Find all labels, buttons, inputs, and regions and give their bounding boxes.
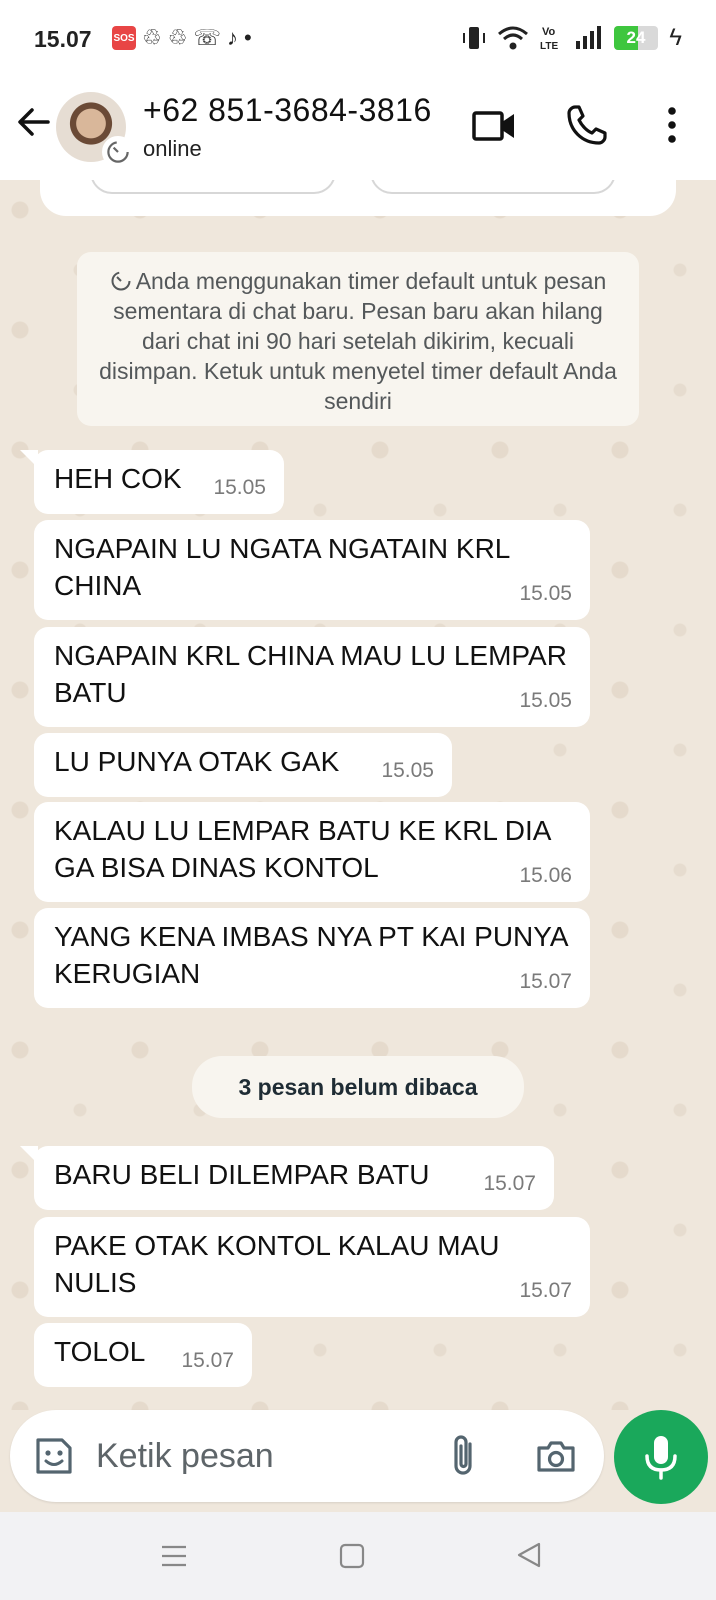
message-bubble[interactable]: BARU BELI DILEMPAR BATU 15.07	[20, 1146, 554, 1210]
svg-text:Vo: Vo	[542, 26, 556, 38]
message-composer	[10, 1410, 604, 1502]
volte-icon: Vo LTE	[540, 26, 558, 52]
message-time: 15.05	[519, 582, 572, 605]
message-text: YANG KENA IMBAS NYA PT KAI PUNYA KERUGIA…	[54, 921, 567, 989]
camera-icon[interactable]	[534, 1434, 578, 1478]
svg-text:LTE: LTE	[540, 41, 558, 52]
sos-icon: SOS	[112, 26, 136, 50]
message-time: 15.05	[381, 759, 434, 782]
timer-icon	[111, 271, 131, 291]
message-bubble[interactable]: NGAPAIN KRL CHINA MAU LU LEMPAR BATU 15.…	[34, 627, 590, 727]
message-time: 15.07	[181, 1349, 234, 1372]
message-bubble[interactable]: YANG KENA IMBAS NYA PT KAI PUNYA KERUGIA…	[34, 908, 590, 1008]
voice-message-button[interactable]	[614, 1410, 708, 1504]
message-input[interactable]	[96, 1410, 416, 1502]
message-bubble[interactable]: KALAU LU LEMPAR BATU KE KRL DIA GA BISA …	[34, 802, 590, 902]
chat-area[interactable]: Anda menggunakan timer default untuk pes…	[0, 180, 716, 1410]
vibrate-icon	[463, 27, 485, 49]
unread-messages-banner: 3 pesan belum dibaca	[192, 1056, 524, 1118]
tiktok-icon: ♪	[226, 25, 238, 50]
message-text: NGAPAIN LU NGATA NGATAIN KRL CHINA	[54, 533, 510, 601]
message-text: PAKE OTAK KONTOL KALAU MAU NULIS	[54, 1230, 500, 1298]
message-time: 15.07	[519, 1279, 572, 1302]
recycle-icon: ♲	[142, 25, 162, 50]
signal-icon	[576, 26, 601, 49]
attachment-icon[interactable]	[444, 1432, 484, 1480]
microphone-icon	[645, 1436, 677, 1480]
notice-text: Anda menggunakan timer default untuk pes…	[99, 268, 617, 414]
contact-info-card	[40, 180, 676, 216]
message-text: LU PUNYA OTAK GAK	[54, 746, 340, 777]
battery-icon: 24	[614, 26, 658, 50]
message-bubble[interactable]: PAKE OTAK KONTOL KALAU MAU NULIS 15.07	[34, 1217, 590, 1317]
message-bubble[interactable]: NGAPAIN LU NGATA NGATAIN KRL CHINA 15.05	[34, 520, 590, 620]
nav-back-icon[interactable]	[514, 1540, 544, 1570]
notification-icons: SOS ♲ ♲ ☏ ♪ •	[112, 26, 252, 50]
sticker-emoji-icon[interactable]	[32, 1434, 76, 1478]
status-time: 15.07	[34, 26, 92, 52]
card-button[interactable]	[370, 180, 616, 194]
recent-apps-icon[interactable]	[160, 1542, 188, 1570]
message-text: NGAPAIN KRL CHINA MAU LU LEMPAR BATU	[54, 640, 567, 708]
home-icon[interactable]	[338, 1542, 366, 1570]
message-time: 15.07	[483, 1172, 536, 1195]
wifi-icon	[498, 26, 528, 50]
disappearing-messages-notice[interactable]: Anda menggunakan timer default untuk pes…	[77, 252, 639, 426]
chat-header: +62 851-3684-3816 online	[0, 80, 716, 180]
back-arrow-icon[interactable]	[14, 102, 54, 142]
message-text: BARU BELI DILEMPAR BATU	[54, 1159, 430, 1190]
message-time: 15.05	[213, 476, 266, 499]
contact-status: online	[143, 136, 202, 161]
recycle-icon: ♲	[167, 25, 188, 50]
card-button[interactable]	[90, 180, 336, 194]
more-notifications-icon: •	[243, 25, 252, 50]
video-call-icon[interactable]	[472, 106, 516, 146]
status-bar: 15.07 SOS ♲ ♲ ☏ ♪ • Vo LTE 24 ϟ	[0, 0, 716, 80]
message-bubble[interactable]: LU PUNYA OTAK GAK 15.05	[34, 733, 452, 797]
disappearing-timer-icon	[102, 136, 134, 168]
message-text: KALAU LU LEMPAR BATU KE KRL DIA GA BISA …	[54, 815, 550, 883]
system-icons: Vo LTE 24	[462, 24, 658, 52]
system-nav-bar	[0, 1512, 716, 1600]
missed-call-icon: ☏	[193, 25, 221, 50]
more-options-icon[interactable]	[660, 104, 684, 146]
message-bubble[interactable]: TOLOL 15.07	[34, 1323, 252, 1387]
contact-name[interactable]: +62 851-3684-3816	[143, 92, 432, 129]
message-time: 15.07	[519, 970, 572, 993]
voice-call-icon[interactable]	[566, 104, 608, 146]
charging-icon: ϟ	[669, 24, 682, 51]
message-time: 15.06	[519, 864, 572, 887]
message-time: 15.05	[519, 689, 572, 712]
message-bubble[interactable]: HEH COK 15.05	[20, 450, 284, 514]
